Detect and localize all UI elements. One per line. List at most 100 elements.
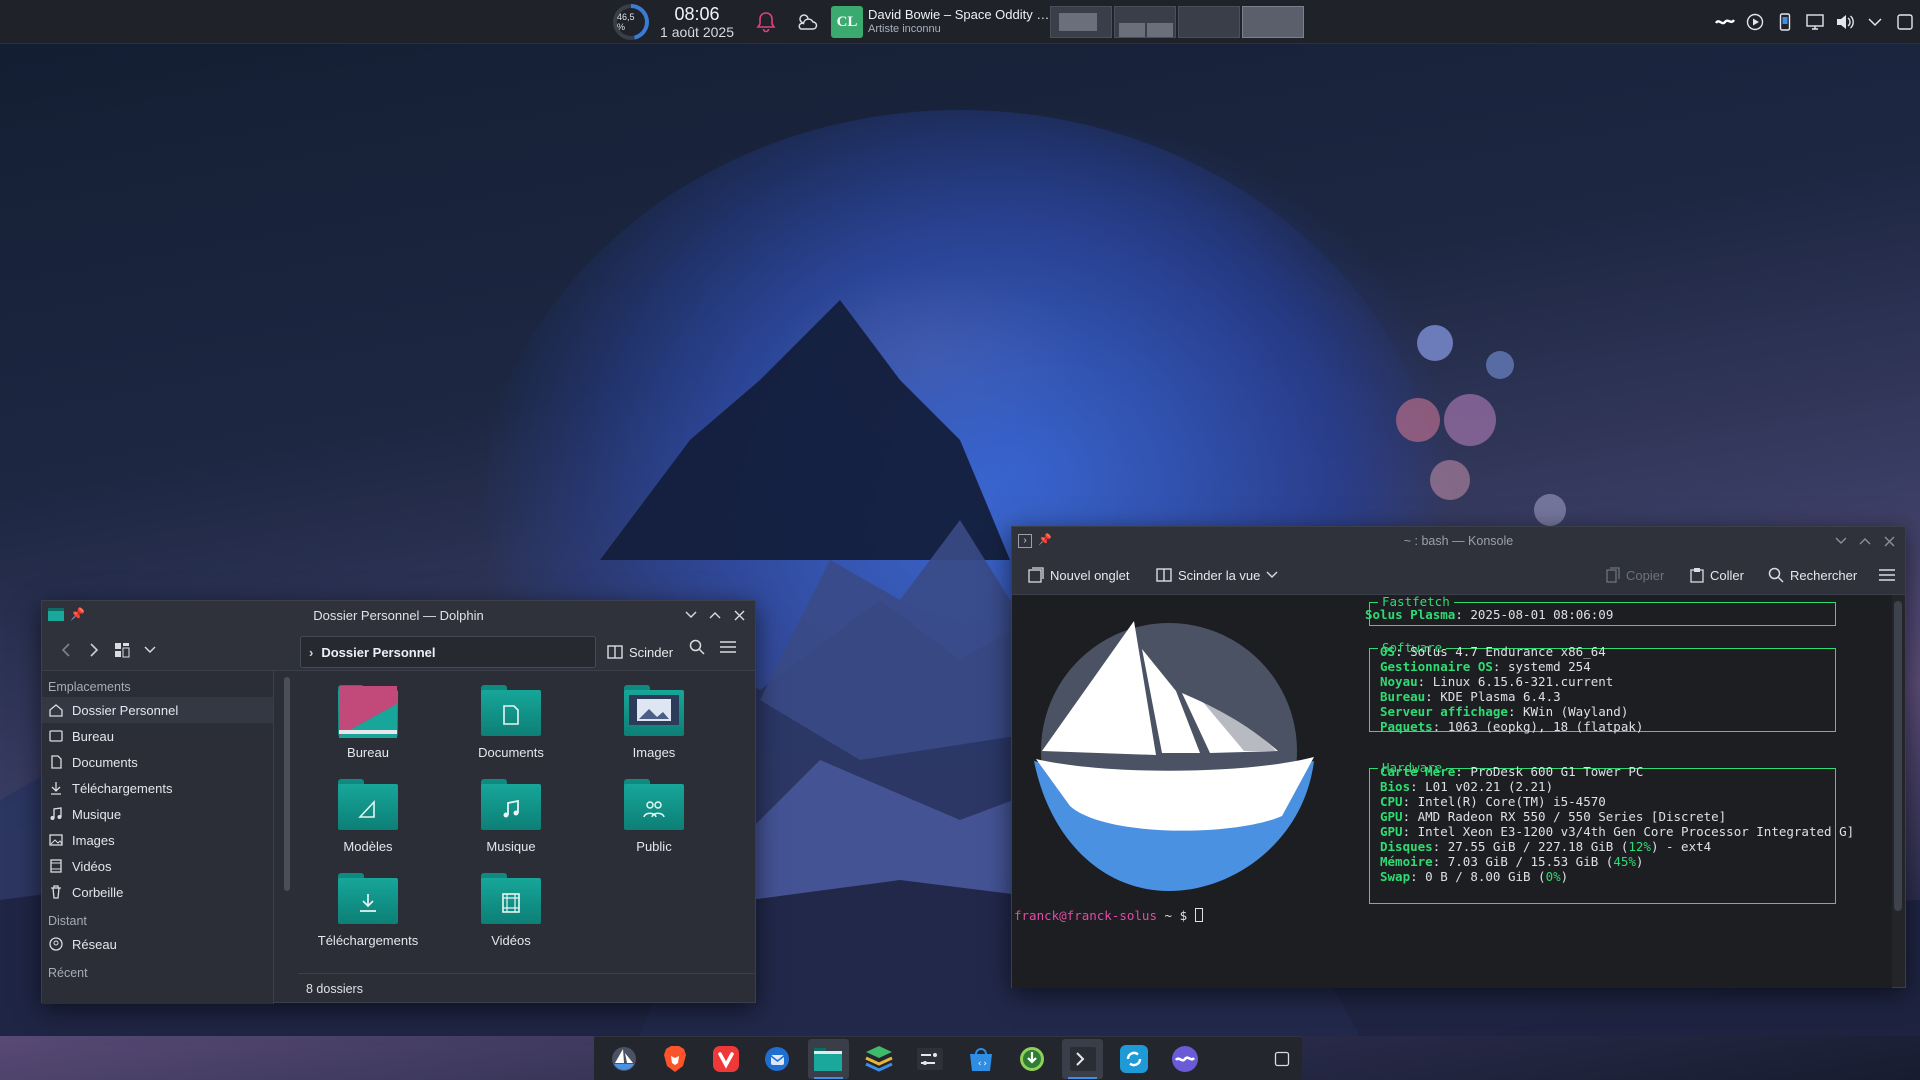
download-manager-icon[interactable] bbox=[1011, 1039, 1052, 1079]
place-label: Corbeille bbox=[72, 884, 124, 900]
split-view-label: Scinder la vue bbox=[1178, 567, 1261, 583]
kdeconnect-wave-icon[interactable] bbox=[1715, 12, 1735, 32]
ff-key: Bios bbox=[1380, 779, 1411, 794]
remote-header: Distant bbox=[48, 914, 87, 928]
dolphin-title: Dossier Personnel — Dolphin bbox=[313, 607, 484, 623]
media-play-icon[interactable] bbox=[1745, 12, 1765, 32]
hamburger-menu-icon[interactable] bbox=[1878, 555, 1896, 595]
ff-percent: 12% bbox=[1628, 839, 1651, 854]
folder-telechargements[interactable]: Téléchargements bbox=[298, 871, 438, 948]
show-desktop-icon[interactable] bbox=[1261, 1039, 1302, 1079]
new-tab-button[interactable]: Nouvel onglet bbox=[1028, 555, 1130, 595]
cpu-gauge[interactable]: 46,5 % bbox=[612, 0, 650, 44]
desktop-2[interactable] bbox=[1114, 6, 1176, 38]
konsole-icon[interactable] bbox=[1062, 1038, 1104, 1079]
solus-icon[interactable] bbox=[604, 1039, 645, 1079]
volume-icon[interactable] bbox=[1835, 12, 1855, 32]
paste-button[interactable]: Coller bbox=[1690, 555, 1744, 595]
fastfetch-line: Mémoire: 7.03 GiB / 15.53 GiB (45%) bbox=[1380, 854, 1643, 869]
dolphin-icon[interactable] bbox=[807, 1038, 849, 1079]
network-icon bbox=[48, 936, 64, 952]
show-desktop-icon[interactable] bbox=[1895, 12, 1915, 32]
pin-icon[interactable]: 📌 bbox=[70, 607, 85, 621]
place-musique[interactable]: Musique bbox=[42, 801, 273, 827]
fastfetch-line: Disques: 27.55 GiB / 227.18 GiB (12%) - … bbox=[1380, 839, 1711, 854]
brave-icon[interactable] bbox=[655, 1039, 696, 1079]
desktop-4[interactable] bbox=[1242, 6, 1304, 38]
split-view-button[interactable]: Scinder la vue bbox=[1156, 555, 1278, 595]
place-documents[interactable]: Documents bbox=[42, 749, 273, 775]
folder-videos[interactable]: Vidéos bbox=[441, 871, 581, 948]
notifications-bell-icon[interactable] bbox=[754, 0, 778, 44]
new-tab-icon bbox=[1028, 567, 1044, 583]
pin-icon[interactable]: 📌 bbox=[1038, 533, 1052, 546]
hamburger-menu-icon[interactable] bbox=[719, 639, 737, 660]
folder-musique[interactable]: Musique bbox=[441, 777, 581, 854]
wave-app-icon[interactable] bbox=[1164, 1039, 1205, 1079]
media-cover-art[interactable]: CL bbox=[830, 0, 864, 44]
place-telechargements[interactable]: Téléchargements bbox=[42, 775, 273, 801]
place-videos[interactable]: Vidéos bbox=[42, 853, 273, 879]
places-scrollbar[interactable] bbox=[284, 677, 290, 891]
view-mode-icon[interactable] bbox=[108, 636, 136, 664]
thunderbird-icon[interactable] bbox=[757, 1039, 798, 1079]
desktop-1[interactable] bbox=[1050, 6, 1112, 38]
maximize-button[interactable] bbox=[1855, 531, 1875, 551]
ff-suffix: ) bbox=[1560, 869, 1569, 884]
back-arrow-icon[interactable] bbox=[52, 636, 80, 664]
clock[interactable]: 08:06 1 août 2025 bbox=[655, 0, 739, 44]
place-bureau[interactable]: Bureau bbox=[42, 723, 273, 749]
chevron-down-icon[interactable] bbox=[1865, 12, 1885, 32]
terminal-area[interactable]: Fastfetch Solus Plasma: 2025-08-01 08:06… bbox=[1012, 595, 1892, 988]
place-home[interactable]: Dossier Personnel bbox=[42, 697, 273, 723]
place-images[interactable]: Images bbox=[42, 827, 273, 853]
media-cover-initials: CL bbox=[831, 6, 863, 38]
media-title: David Bowie – Space Oddity … bbox=[868, 7, 1050, 23]
konsole-titlebar[interactable]: › 📌 ~ : bash — Konsole bbox=[1012, 527, 1905, 555]
maximize-button[interactable] bbox=[705, 605, 725, 625]
media-player-info[interactable]: David Bowie – Space Oddity … Artiste inc… bbox=[868, 0, 1050, 44]
minimize-button[interactable] bbox=[1831, 531, 1851, 551]
shell-prompt[interactable]: franck@franck-solus ~ $ bbox=[1014, 908, 1203, 923]
discover-icon[interactable]: ‹› bbox=[960, 1039, 1001, 1079]
dolphin-titlebar[interactable]: 📌 Dossier Personnel — Dolphin bbox=[42, 601, 755, 629]
host-line: Solus Plasma: 2025-08-01 08:06:09 bbox=[1365, 607, 1613, 622]
folder-count: 8 dossiers bbox=[306, 981, 363, 996]
folder-bureau[interactable]: Bureau bbox=[298, 683, 438, 760]
minimize-button[interactable] bbox=[681, 605, 701, 625]
settings-terminal-icon[interactable] bbox=[910, 1039, 951, 1079]
view-mode-dropdown-icon[interactable] bbox=[136, 636, 164, 664]
place-corbeille[interactable]: Corbeille bbox=[42, 879, 273, 905]
fastfetch-line: Bureau: KDE Plasma 6.4.3 bbox=[1380, 689, 1561, 704]
ff-key: Noyau bbox=[1380, 674, 1418, 689]
search-icon[interactable] bbox=[689, 639, 705, 660]
desktop-3[interactable] bbox=[1178, 6, 1240, 38]
close-button[interactable] bbox=[1879, 531, 1899, 551]
place-reseau[interactable]: Réseau bbox=[42, 931, 273, 957]
fastfetch-line: Carte Mère: ProDesk 600 G1 Tower PC bbox=[1380, 764, 1643, 779]
close-button[interactable] bbox=[729, 605, 749, 625]
stack-icon[interactable] bbox=[859, 1039, 900, 1079]
new-tab-label: Nouvel onglet bbox=[1050, 567, 1130, 583]
copy-label: Copier bbox=[1626, 567, 1665, 583]
sync-icon[interactable] bbox=[1113, 1039, 1154, 1079]
folder-images[interactable]: Images bbox=[584, 683, 724, 760]
folder-public[interactable]: Public bbox=[584, 777, 724, 854]
copy-button[interactable]: Copier bbox=[1606, 555, 1664, 595]
display-icon[interactable] bbox=[1805, 12, 1825, 32]
split-button[interactable]: Scinder bbox=[607, 636, 673, 668]
forward-arrow-icon[interactable] bbox=[80, 636, 108, 664]
folder-documents[interactable]: Documents bbox=[441, 683, 581, 760]
vivaldi-icon[interactable] bbox=[706, 1039, 747, 1079]
folder-modeles[interactable]: Modèles bbox=[298, 777, 438, 854]
ff-suffix: ) - ext4 bbox=[1650, 839, 1712, 854]
breadcrumb[interactable]: › Dossier Personnel bbox=[300, 636, 596, 668]
search-button[interactable]: Rechercher bbox=[1768, 555, 1857, 595]
split-view-icon bbox=[1156, 568, 1172, 582]
phone-icon[interactable] bbox=[1775, 12, 1795, 32]
weather-cloud-sun-icon[interactable] bbox=[794, 0, 820, 44]
ff-percent: 0% bbox=[1545, 869, 1561, 884]
terminal-scrollbar[interactable] bbox=[1894, 601, 1902, 911]
home-icon bbox=[48, 702, 64, 718]
folder-label: Modèles bbox=[343, 839, 393, 854]
